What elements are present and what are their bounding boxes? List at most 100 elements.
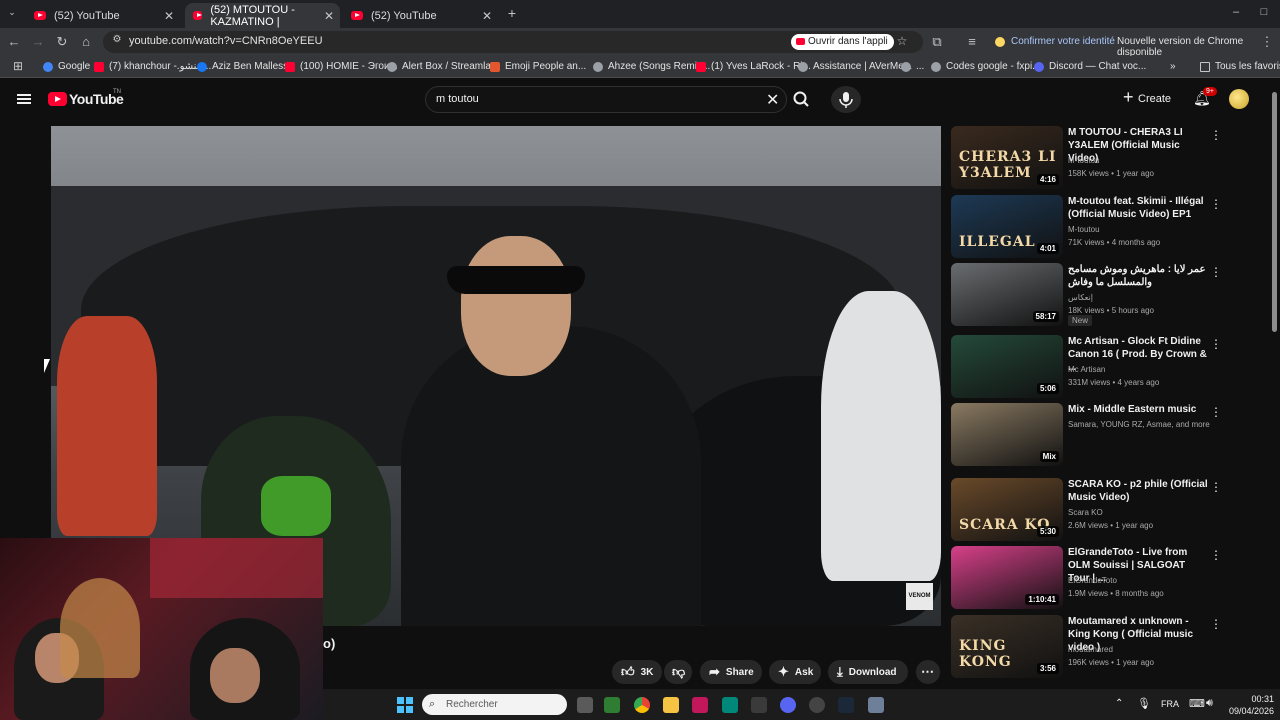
reload-icon[interactable]: ↻ <box>54 34 70 50</box>
extensions-icon[interactable]: ⧉ <box>929 34 945 50</box>
tab-youtube-active[interactable]: (52) MTOUTOU - KAZMATINO | ✕ <box>185 3 340 28</box>
task-view-icon[interactable] <box>577 697 593 713</box>
ask-button[interactable]: ✦ Ask <box>769 660 821 684</box>
video-thumbnail[interactable]: SCARA KO 5:30 <box>951 478 1063 541</box>
tab-search-icon[interactable]: ⌄ <box>4 7 20 18</box>
video-thumbnail[interactable]: ILLEGAL 4:01 <box>951 195 1063 258</box>
volume-icon[interactable]: 🔊︎ <box>1206 697 1213 710</box>
like-button[interactable]: 👍︎ 3K <box>612 660 662 684</box>
app-icon[interactable] <box>604 697 620 713</box>
recommendation-item[interactable]: ILLEGAL 4:01 M-toutou feat. Skimii - Illég… <box>951 195 1271 259</box>
bookmark-item[interactable]: Discord — Chat voc... <box>1034 61 1146 72</box>
bookmark-item[interactable]: Aziz Ben Mallessa <box>197 61 294 72</box>
maximize-icon[interactable]: □ <box>1256 6 1272 18</box>
steam-icon[interactable] <box>838 697 854 713</box>
app-icon[interactable] <box>692 697 708 713</box>
account-avatar[interactable] <box>1229 89 1249 109</box>
recommendation-title[interactable]: Mix - Middle Eastern music <box>1068 403 1208 416</box>
search-button[interactable] <box>787 86 817 113</box>
channel-name[interactable]: Mc Artisan <box>1068 365 1105 374</box>
recommendation-title[interactable]: SCARA KO - p2 phile (Official Music Vide… <box>1068 478 1208 504</box>
video-thumbnail[interactable]: 1:10:41 <box>951 546 1063 609</box>
clear-search-icon[interactable]: ✕ <box>766 90 779 110</box>
recommendation-item[interactable]: Mix Mix - Middle Eastern music Samara, YOU… <box>951 403 1271 467</box>
profile-icon[interactable] <box>995 37 1005 47</box>
taskbar-search-input[interactable]: ⌕ Rechercher <box>422 694 567 715</box>
chrome-update-button[interactable]: Nouvelle version de Chrome disponible <box>1117 36 1280 58</box>
system-clock[interactable]: 00:31 09/04/2026 <box>1224 693 1274 717</box>
create-button[interactable]: Create <box>1120 87 1171 109</box>
tab-youtube-3[interactable]: (52) YouTube ✕ <box>343 3 498 28</box>
file-explorer-icon[interactable] <box>663 697 679 713</box>
microphone-icon[interactable]: 🎙︎ <box>1137 697 1151 710</box>
channel-name[interactable]: M-toutou <box>1068 225 1100 234</box>
address-bar[interactable]: ⚙ youtube.com/watch?v=CNRn8OeYEEU Ouvrir… <box>103 31 923 53</box>
dislike-button[interactable]: 👎︎ <box>664 660 692 684</box>
video-thumbnail[interactable]: KING KONG 3:56 <box>951 615 1063 678</box>
tab-youtube-1[interactable]: (52) YouTube ✕ <box>26 3 180 28</box>
video-thumbnail[interactable]: 5:06 <box>951 335 1063 398</box>
video-thumbnail[interactable]: 58:17 <box>951 263 1063 326</box>
more-options-icon[interactable]: ⋮ <box>1210 265 1222 279</box>
bookmark-item[interactable]: ... <box>901 61 924 72</box>
search-box[interactable]: m toutou ✕ <box>425 86 787 113</box>
windows-start-icon[interactable] <box>397 697 413 713</box>
recommendation-item[interactable]: KING KONG 3:56 Moutamared x unknown - King… <box>951 615 1271 679</box>
page-scrollbar[interactable] <box>1272 92 1277 332</box>
chrome-icon[interactable] <box>634 697 650 713</box>
tab-close-icon[interactable]: ✕ <box>324 9 334 23</box>
channel-name[interactable]: moutamared <box>1068 645 1113 654</box>
app-icon[interactable] <box>751 697 767 713</box>
more-actions-button[interactable]: ⋯ <box>916 660 940 684</box>
new-tab-icon[interactable]: + <box>504 5 520 21</box>
voice-search-button[interactable] <box>831 86 861 113</box>
recommendation-title[interactable]: عمر لايا : ماهريش وموش مسامح والمسلسل ما… <box>1068 263 1208 289</box>
channel-name[interactable]: إنعكاس <box>1068 293 1093 302</box>
more-options-icon[interactable]: ⋮ <box>1210 548 1222 562</box>
discord-icon[interactable] <box>780 697 796 713</box>
forward-icon[interactable]: → <box>30 34 46 49</box>
youtube-logo-icon[interactable] <box>48 92 67 106</box>
recommendation-title[interactable]: M-toutou feat. Skimii - Illégal (Officia… <box>1068 195 1208 221</box>
open-in-app-button[interactable]: Ouvrir dans l'appli <box>791 34 894 50</box>
search-input[interactable]: m toutou <box>436 93 479 105</box>
home-icon[interactable]: ⌂ <box>78 34 94 49</box>
more-options-icon[interactable]: ⋮ <box>1210 617 1222 631</box>
site-info-icon[interactable]: ⚙ <box>109 34 125 45</box>
recommendation-item[interactable]: 58:17 عمر لايا : ماهريش وموش مسامح والمسل… <box>951 263 1271 327</box>
bookmark-item[interactable]: Codes google - fxpi... <box>931 61 1041 72</box>
bookmark-item[interactable]: Alert Box / Streamla... <box>387 61 499 72</box>
tab-close-icon[interactable]: ✕ <box>482 9 492 23</box>
apps-grid-icon[interactable]: ⊞ <box>10 59 26 73</box>
channel-name[interactable]: ElGrandeToto <box>1068 576 1117 585</box>
channel-name[interactable]: M-toutou <box>1068 156 1100 165</box>
media-icon[interactable]: ≡ <box>964 34 980 49</box>
bookmark-star-icon[interactable]: ☆ <box>894 34 910 48</box>
more-options-icon[interactable]: ⋮ <box>1210 197 1222 211</box>
app-icon[interactable] <box>722 697 738 713</box>
bookmark-item[interactable]: (100) HOMIE - Эгои... <box>285 61 398 72</box>
settings-icon[interactable] <box>868 697 884 713</box>
channel-watermark[interactable]: VENOM <box>906 583 933 610</box>
confirm-identity-link[interactable]: Confirmer votre identité <box>1011 36 1115 47</box>
all-bookmarks-folder[interactable]: Tous les favoris <box>1200 61 1280 72</box>
chevron-up-icon[interactable]: ⌃ <box>1115 698 1123 709</box>
recommendation-item[interactable]: 1:10:41 ElGrandeToto - Live from OLM Soui… <box>951 546 1271 610</box>
chrome-menu-icon[interactable]: ⋮ <box>1259 34 1275 50</box>
menu-icon[interactable] <box>17 94 31 104</box>
bookmark-item[interactable]: Google <box>43 61 90 72</box>
more-options-icon[interactable]: ⋮ <box>1210 337 1222 351</box>
bookmark-item[interactable]: (1) Yves LaRock - Ri... <box>696 61 811 72</box>
tab-close-icon[interactable]: ✕ <box>164 9 174 23</box>
channel-name[interactable]: Scara KO <box>1068 508 1103 517</box>
more-options-icon[interactable]: ⋮ <box>1210 480 1222 494</box>
download-button[interactable]: ⤓ Download <box>828 660 908 684</box>
network-icon[interactable]: ⌨ <box>1189 697 1205 710</box>
video-thumbnail[interactable]: Mix <box>951 403 1063 466</box>
bookmark-item[interactable]: Emoji People an... <box>490 61 586 72</box>
more-options-icon[interactable]: ⋮ <box>1210 405 1222 419</box>
more-options-icon[interactable]: ⋮ <box>1210 128 1222 142</box>
bookmark-item[interactable]: Ahzee (Songs Remix... <box>593 61 710 72</box>
bookmarks-overflow-icon[interactable]: » <box>1170 61 1176 72</box>
back-icon[interactable]: ← <box>6 34 22 49</box>
